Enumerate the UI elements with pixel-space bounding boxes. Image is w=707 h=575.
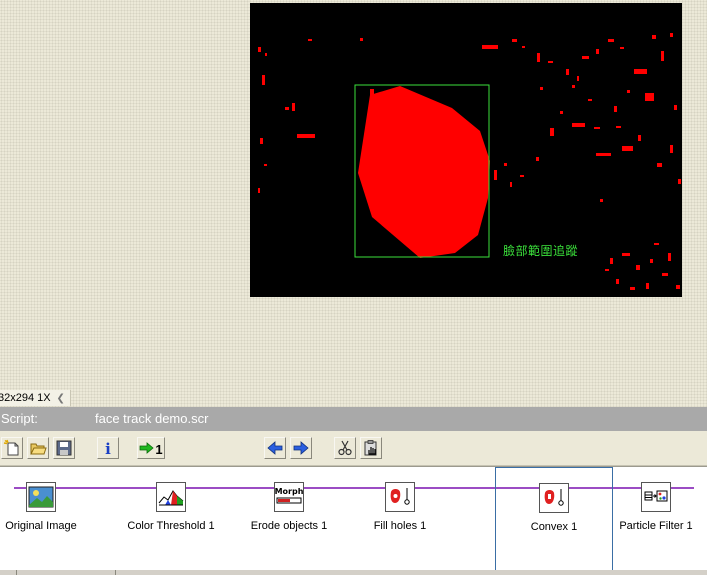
info-button[interactable]: i [97, 437, 119, 459]
step-label: Fill holes 1 [373, 520, 427, 532]
clipboard-hand-icon [364, 440, 377, 456]
new-script-button[interactable] [1, 437, 23, 459]
step-label: Particle Filter 1 [619, 520, 693, 532]
step-label: Original Image [5, 520, 77, 532]
run-once-button[interactable]: 1 [137, 437, 165, 459]
convex-icon [539, 483, 569, 513]
step-label: Convex 1 [530, 521, 578, 533]
run-arrow-icon: 1 [139, 442, 163, 457]
open-script-button[interactable] [27, 437, 49, 459]
scissors-icon [338, 440, 352, 456]
arrow-right-icon [293, 441, 309, 455]
chevron-left-icon[interactable]: ❮ [56, 391, 66, 406]
image-viewer[interactable]: 臉部範圍追蹤 [250, 3, 682, 297]
arrow-left-icon [267, 441, 283, 455]
step-fill-holes-1[interactable]: Fill holes 1 [341, 467, 459, 571]
status-strip [0, 570, 707, 575]
cut-step-button[interactable] [334, 437, 356, 459]
script-filename: face track demo.scr [95, 411, 209, 426]
image-canvas [250, 3, 682, 297]
svg-text:i: i [105, 440, 111, 457]
new-document-icon [3, 439, 19, 456]
histogram-icon [156, 482, 186, 512]
fill-holes-icon [385, 482, 415, 512]
landscape-image-icon [26, 482, 56, 512]
overlay-label: 臉部範圍追蹤 [503, 244, 579, 258]
morph-icon: Morph [274, 482, 304, 512]
image-size-status: 32x294 1X ❮ [0, 390, 71, 406]
step-label: Erode objects 1 [250, 520, 328, 532]
script-toolbar: i 1 [0, 431, 707, 466]
image-size-text: 32x294 1X [0, 392, 51, 404]
save-script-button[interactable] [53, 437, 75, 459]
folder-open-icon [30, 443, 47, 455]
step-properties-button[interactable] [360, 437, 382, 459]
particle-filter-icon [641, 482, 671, 512]
step-particle-filter-1[interactable]: Particle Filter 1 [597, 467, 707, 571]
step-forward-button[interactable] [290, 437, 312, 459]
floppy-disk-icon [56, 440, 72, 456]
step-convex-1[interactable]: Convex 1 [495, 467, 613, 571]
step-color-threshold-1[interactable]: Color Threshold 1 [112, 467, 230, 571]
step-erode-objects-1[interactable]: Morph Erode objects 1 [230, 467, 348, 571]
svg-text:1: 1 [155, 442, 162, 457]
step-back-button[interactable] [264, 437, 286, 459]
script-bar: Script: face track demo.scr [0, 407, 707, 431]
info-icon: i [105, 440, 111, 457]
step-label: Color Threshold 1 [127, 520, 215, 532]
script-label: Script: [1, 411, 38, 426]
step-original-image[interactable]: Original Image [0, 467, 100, 571]
script-steps-panel: Original Image Color Threshold 1 Morph E… [0, 466, 707, 571]
svg-text:Morph: Morph [275, 487, 303, 496]
